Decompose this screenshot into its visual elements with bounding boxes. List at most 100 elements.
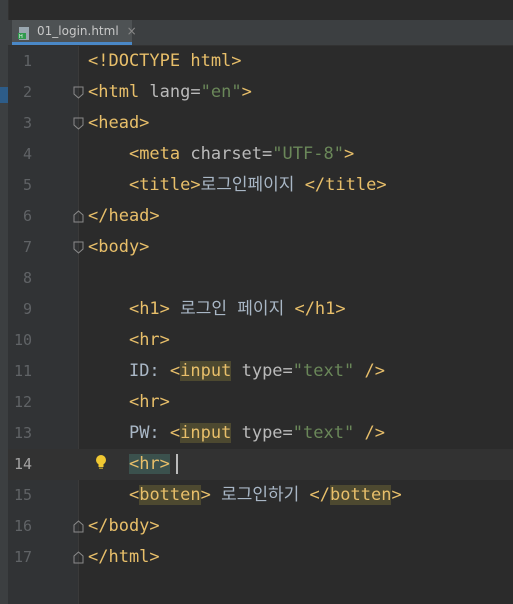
code-token: <!DOCTYPE html> bbox=[88, 51, 242, 71]
code-line[interactable]: ID: <input type="text" /> bbox=[88, 356, 385, 387]
line-number: 14 bbox=[13, 455, 32, 473]
tab-01-login-html[interactable]: H 01_login.html × bbox=[12, 20, 137, 45]
code-token: /> bbox=[354, 361, 385, 381]
code-token: botten bbox=[139, 485, 201, 505]
code-line[interactable]: <body> bbox=[88, 232, 149, 263]
line-number: 13 bbox=[13, 424, 32, 442]
code-token: </head> bbox=[88, 206, 160, 226]
fold-open-icon[interactable] bbox=[73, 117, 84, 130]
code-line[interactable]: PW: <input type="text" /> bbox=[88, 418, 385, 449]
lightbulb-icon[interactable] bbox=[94, 454, 108, 472]
code-token: "UTF-8" bbox=[272, 144, 344, 164]
code-line[interactable]: <!DOCTYPE html> bbox=[88, 46, 242, 77]
code-token: input bbox=[180, 361, 232, 381]
code-line[interactable]: <head> bbox=[88, 108, 149, 139]
code-token: lang bbox=[149, 82, 191, 102]
line-number: 16 bbox=[13, 517, 32, 535]
svg-text:H: H bbox=[19, 34, 23, 40]
code-token: </body> bbox=[88, 516, 160, 536]
code-token: "en" bbox=[200, 82, 242, 102]
code-token: ID: bbox=[128, 361, 170, 381]
code-token: > bbox=[200, 485, 211, 505]
code-token: </h1> bbox=[294, 299, 346, 319]
code-token: </html> bbox=[88, 547, 160, 567]
code-line[interactable]: <html lang="en"> bbox=[88, 77, 252, 108]
code-line[interactable]: </body> bbox=[88, 511, 160, 542]
tab-label: 01_login.html bbox=[37, 24, 119, 38]
line-number: 9 bbox=[22, 300, 32, 318]
fold-close-icon[interactable] bbox=[73, 210, 84, 223]
code-token: <hr> bbox=[128, 454, 170, 474]
code-token: type bbox=[241, 423, 283, 443]
code-token: < bbox=[169, 423, 181, 443]
code-line[interactable]: <hr> bbox=[88, 325, 170, 356]
code-token: <h1> bbox=[128, 299, 170, 319]
code-token: "text" bbox=[292, 423, 355, 443]
fold-close-icon[interactable] bbox=[73, 520, 84, 533]
line-number: 15 bbox=[13, 486, 32, 504]
code-token: < bbox=[169, 361, 181, 381]
line-number: 10 bbox=[13, 331, 32, 349]
code-line[interactable]: <h1> 로그인 페이지 </h1> bbox=[88, 294, 346, 325]
line-number: 6 bbox=[22, 207, 32, 225]
code-line[interactable]: <botten> 로그인하기 </botten> bbox=[88, 480, 402, 511]
code-token: <meta bbox=[128, 144, 191, 164]
line-number: 7 bbox=[22, 238, 32, 256]
fold-open-icon[interactable] bbox=[73, 86, 84, 99]
close-icon[interactable]: × bbox=[127, 24, 137, 38]
line-number: 3 bbox=[22, 114, 32, 132]
line-number: 2 bbox=[22, 83, 32, 101]
line-number: 12 bbox=[13, 393, 32, 411]
code-line[interactable]: </html> bbox=[88, 542, 160, 573]
fold-close-icon[interactable] bbox=[73, 551, 84, 564]
line-number: 4 bbox=[22, 145, 32, 163]
code-token: <hr> bbox=[128, 392, 170, 412]
code-token: /> bbox=[354, 423, 385, 443]
code-line[interactable]: <title>로그인페이지 </title> bbox=[88, 170, 387, 201]
code-token: > bbox=[391, 485, 402, 505]
code-token: = bbox=[190, 82, 201, 102]
fold-open-icon[interactable] bbox=[73, 241, 84, 254]
current-line-highlight bbox=[8, 449, 513, 480]
code-token: = bbox=[262, 144, 273, 164]
code-token: > bbox=[343, 144, 355, 164]
code-token: 로그인하기 bbox=[210, 485, 310, 505]
tool-strip-marker bbox=[0, 87, 8, 103]
code-token: input bbox=[180, 423, 232, 443]
code-token: <body> bbox=[88, 237, 150, 257]
code-token: botten bbox=[330, 485, 392, 505]
code-token: < bbox=[128, 485, 140, 505]
text-caret bbox=[176, 454, 178, 474]
code-token: > bbox=[241, 82, 252, 102]
code-line[interactable]: <meta charset="UTF-8"> bbox=[88, 139, 354, 170]
line-number: 8 bbox=[22, 269, 32, 287]
editor-tab-bar: H 01_login.html × bbox=[8, 20, 513, 46]
code-token: <hr> bbox=[128, 330, 170, 350]
code-token: type bbox=[241, 361, 283, 381]
code-token: 로그인페이지 bbox=[200, 175, 305, 195]
code-line[interactable]: </head> bbox=[88, 201, 160, 232]
line-number: 1 bbox=[22, 52, 32, 70]
code-token: = bbox=[282, 423, 293, 443]
code-token: <head> bbox=[88, 113, 150, 133]
html-file-icon: H bbox=[18, 25, 31, 40]
code-token: </ bbox=[309, 485, 331, 505]
code-token: <html bbox=[88, 82, 150, 102]
code-token: <title> bbox=[128, 175, 201, 195]
code-token: "text" bbox=[292, 361, 355, 381]
code-token: 로그인 페이지 bbox=[169, 299, 295, 319]
code-line[interactable]: <hr> bbox=[88, 387, 170, 418]
code-token: charset bbox=[190, 144, 263, 164]
line-number: 11 bbox=[13, 362, 32, 380]
line-number: 5 bbox=[22, 176, 32, 194]
